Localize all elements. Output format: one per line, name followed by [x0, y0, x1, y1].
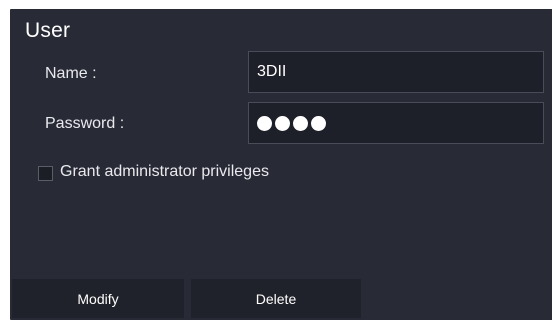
name-value: 3DII [257, 63, 287, 80]
password-field[interactable] [248, 102, 544, 144]
modify-button[interactable]: Modify [12, 279, 184, 318]
name-field[interactable]: 3DII [248, 51, 544, 93]
password-dot [275, 116, 290, 131]
grant-admin-label: Grant administrator privileges [60, 162, 269, 180]
password-dot [293, 116, 308, 131]
delete-button[interactable]: Delete [191, 279, 361, 318]
panel-title: User [25, 19, 71, 42]
password-mask [257, 116, 326, 131]
password-dot [257, 116, 272, 131]
password-label: Password : [45, 115, 125, 132]
grant-admin-checkbox[interactable] [38, 166, 53, 181]
grant-admin-option[interactable]: Grant administrator privileges [38, 162, 269, 181]
password-dot [311, 116, 326, 131]
user-panel: User Name : 3DII Password : Grant admini… [10, 9, 552, 320]
name-label: Name : [45, 65, 97, 82]
